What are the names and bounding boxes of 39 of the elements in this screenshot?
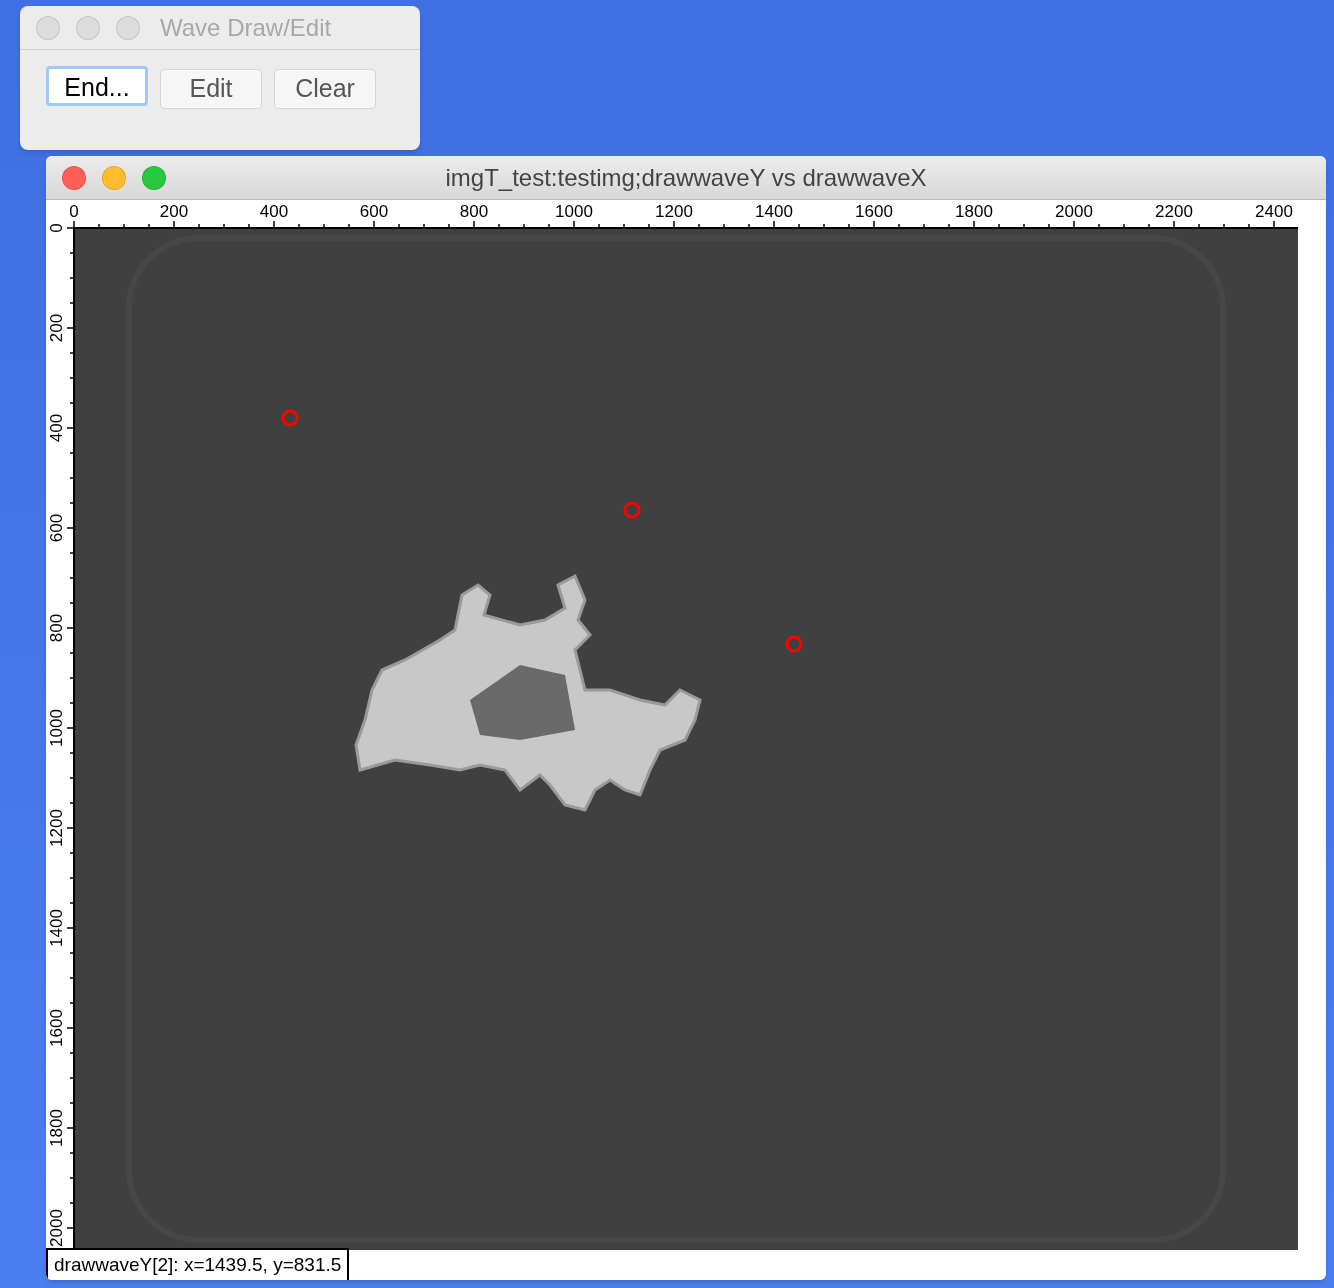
axis-label: 800 [47, 613, 66, 643]
data-point[interactable] [281, 409, 299, 427]
data-point[interactable] [785, 635, 803, 653]
toolbar-button[interactable]: Clear [274, 69, 376, 109]
window-title: imgT_test:testimg;drawwaveY vs drawwaveX [445, 162, 927, 193]
axis-label: 1000 [47, 709, 66, 747]
axis-label: 200 [159, 202, 189, 221]
axis-label: 1800 [47, 1109, 66, 1147]
axis-label: 2400 [1255, 202, 1293, 221]
axis-label: 1000 [555, 202, 593, 221]
zoom-icon[interactable] [116, 15, 140, 40]
data-point[interactable] [623, 501, 641, 519]
minimize-icon[interactable] [76, 15, 100, 40]
close-icon[interactable] [36, 15, 60, 40]
minimize-icon[interactable] [102, 165, 126, 190]
axis-label: 1400 [47, 909, 66, 947]
close-icon[interactable] [62, 165, 86, 190]
axis-label: 0 [69, 202, 79, 221]
zoom-icon[interactable] [142, 165, 166, 190]
axis-label: 1400 [755, 202, 793, 221]
axis-label: 600 [47, 513, 66, 543]
axis-label: 400 [47, 413, 66, 443]
axis-label: 1200 [47, 809, 66, 847]
toolbar-button[interactable]: End... [46, 66, 148, 106]
axis-label: 600 [359, 202, 389, 221]
axis-label: 1600 [855, 202, 893, 221]
axis-label: 1600 [47, 1009, 66, 1047]
axis-label: 2000 [47, 1209, 66, 1247]
axis-label: 1800 [955, 202, 993, 221]
window-title: Wave Draw/Edit [160, 12, 332, 43]
axis-label: 800 [459, 202, 489, 221]
axis-label: 200 [47, 313, 66, 343]
axis-label: 2200 [1155, 202, 1193, 221]
axis-label: 0 [47, 223, 66, 233]
toolbar-button[interactable]: Edit [160, 69, 262, 109]
axis-label: 400 [259, 202, 289, 221]
axis-label: 2000 [1055, 202, 1093, 221]
axis-label: 1200 [655, 202, 693, 221]
cursor-readout: drawwaveY[2]: x=1439.5, y=831.5 [46, 1248, 350, 1280]
